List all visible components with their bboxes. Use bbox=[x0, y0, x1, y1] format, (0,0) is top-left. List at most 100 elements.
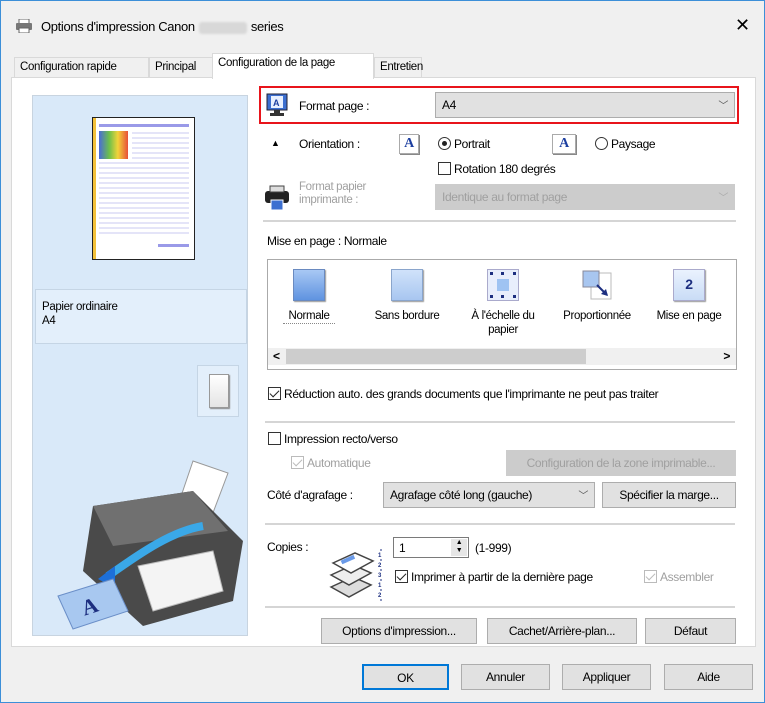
paysage-label: Paysage bbox=[611, 137, 656, 151]
format-papier-value: Identique au format page bbox=[442, 190, 568, 204]
automatique-label: Automatique bbox=[307, 456, 371, 470]
checkbox[interactable] bbox=[268, 432, 281, 445]
layout-proportionnee-icon[interactable] bbox=[581, 269, 613, 301]
layout-mise-en-page-label[interactable]: Mise en page bbox=[644, 309, 734, 323]
layout-echelle-label[interactable]: À l'échelle du papier bbox=[458, 309, 548, 337]
tab-principal[interactable]: Principal bbox=[149, 57, 213, 78]
reduction-checkbox[interactable]: Réduction auto. des grands documents que… bbox=[268, 387, 659, 401]
automatique-checkbox[interactable]: Automatique bbox=[291, 456, 371, 470]
preview-panel: Papier ordinaire A4 A bbox=[32, 95, 248, 636]
copies-spinner[interactable]: 1 ▲ ▼ bbox=[393, 537, 469, 558]
svg-text:2: 2 bbox=[378, 563, 382, 569]
specifier-marge-button[interactable]: Spécifier la marge... bbox=[602, 482, 736, 508]
spinner-arrows[interactable]: ▲ ▼ bbox=[451, 539, 467, 556]
chevron-down-icon: ﹀ bbox=[718, 101, 728, 112]
horizontal-scrollbar[interactable]: < > bbox=[268, 348, 736, 365]
copies-input[interactable]: 1 bbox=[399, 541, 406, 555]
mise-en-page-value: Normale bbox=[343, 234, 387, 248]
print-options-dialog: Options d'impression Canon series ✕ Confi… bbox=[0, 0, 765, 703]
layout-sans-bordure-icon[interactable] bbox=[391, 269, 423, 301]
svg-text:1: 1 bbox=[378, 583, 382, 589]
scroll-left-icon[interactable]: < bbox=[273, 349, 280, 363]
paysage-radio[interactable]: Paysage bbox=[595, 137, 656, 151]
checkbox[interactable] bbox=[438, 162, 451, 175]
format-papier-label-1: Format papier bbox=[299, 181, 367, 193]
ok-button[interactable]: OK bbox=[362, 664, 449, 690]
agrafage-value: Agrafage côté long (gauche) bbox=[390, 488, 532, 502]
page-preview bbox=[92, 117, 196, 261]
defaut-button[interactable]: Défaut bbox=[645, 618, 736, 644]
format-papier-select[interactable]: Identique au format page ﹀ bbox=[435, 184, 735, 210]
checkbox[interactable] bbox=[644, 570, 657, 583]
paper-source-icon bbox=[197, 365, 239, 417]
checkbox[interactable] bbox=[291, 456, 304, 469]
divider bbox=[263, 220, 736, 222]
printer-illustration: A bbox=[53, 451, 243, 631]
format-papier-label-2: imprimante : bbox=[299, 194, 359, 206]
checkbox[interactable] bbox=[268, 387, 281, 400]
scrollbar-thumb[interactable] bbox=[286, 349, 586, 364]
mise-en-page-label: Mise en page : bbox=[267, 234, 341, 248]
title-suffix: series bbox=[250, 19, 284, 34]
options-impression-button[interactable]: Options d'impression... bbox=[321, 618, 477, 644]
orientation-label: Orientation : bbox=[299, 137, 360, 151]
agrafage-label: Côté d'agrafage : bbox=[267, 488, 353, 502]
bullet-icon: ▲ bbox=[271, 138, 280, 148]
format-page-value: A4 bbox=[442, 98, 456, 112]
radio-off[interactable] bbox=[595, 137, 608, 150]
tab-configuration-page[interactable]: Configuration de la page bbox=[212, 53, 374, 79]
recto-verso-label: Impression recto/verso bbox=[284, 432, 398, 446]
aide-button[interactable]: Aide bbox=[664, 664, 753, 690]
mise-en-page-heading: Mise en page : Normale bbox=[267, 234, 387, 248]
layout-mise-en-page-icon[interactable]: 2 bbox=[673, 269, 705, 301]
redacted-model bbox=[198, 21, 247, 34]
assembler-label: Assembler bbox=[660, 570, 714, 584]
media-info-box: Papier ordinaire A4 bbox=[35, 289, 247, 344]
title-prefix: Options d'impression Canon bbox=[41, 19, 195, 34]
copies-range: (1-999) bbox=[475, 541, 512, 555]
radio-on[interactable] bbox=[438, 137, 451, 150]
chevron-down-icon: ﹀ bbox=[718, 193, 728, 204]
paysage-icon: A bbox=[552, 134, 576, 154]
tab-configuration-rapide[interactable]: Configuration rapide bbox=[14, 57, 149, 78]
layout-normale-icon[interactable] bbox=[293, 269, 325, 301]
spin-up-icon[interactable]: ▲ bbox=[451, 539, 467, 547]
media-size: A4 bbox=[42, 315, 56, 327]
rotation-label: Rotation 180 degrés bbox=[454, 162, 556, 176]
svg-text:1: 1 bbox=[378, 553, 382, 559]
svg-text:2: 2 bbox=[378, 593, 382, 599]
portrait-label: Portrait bbox=[454, 137, 490, 151]
cachet-arriere-plan-button[interactable]: Cachet/Arrière-plan... bbox=[487, 618, 637, 644]
divider bbox=[265, 421, 735, 423]
format-page-select[interactable]: A4 ﹀ bbox=[435, 92, 735, 118]
spin-down-icon[interactable]: ▼ bbox=[451, 547, 467, 555]
appliquer-button[interactable]: Appliquer bbox=[562, 664, 651, 690]
zone-imprimable-button[interactable]: Configuration de la zone imprimable... bbox=[506, 450, 736, 476]
chevron-down-icon: ﹀ bbox=[578, 491, 588, 502]
portrait-radio[interactable]: Portrait bbox=[438, 137, 490, 151]
window-title: Options d'impression Canon series bbox=[41, 19, 284, 34]
printer-icon bbox=[15, 18, 33, 34]
recto-verso-checkbox[interactable]: Impression recto/verso bbox=[268, 432, 398, 446]
svg-text:A: A bbox=[273, 98, 280, 108]
divider bbox=[265, 523, 735, 525]
checkbox[interactable] bbox=[395, 570, 408, 583]
layout-echelle-icon[interactable] bbox=[487, 269, 519, 301]
close-icon[interactable]: ✕ bbox=[735, 15, 750, 36]
copies-stack-icon: 1 2 3 1 2 bbox=[329, 549, 391, 601]
scroll-right-icon[interactable]: > bbox=[723, 349, 730, 363]
assembler-checkbox[interactable]: Assembler bbox=[644, 570, 714, 584]
layout-sans-bordure-label[interactable]: Sans bordure bbox=[362, 309, 452, 323]
agrafage-select[interactable]: Agrafage côté long (gauche) ﹀ bbox=[383, 482, 595, 508]
derniere-page-checkbox[interactable]: Imprimer à partir de la dernière page bbox=[395, 570, 593, 584]
rotation-checkbox[interactable]: Rotation 180 degrés bbox=[438, 162, 556, 176]
layout-normale-label[interactable]: Normale bbox=[283, 309, 335, 324]
portrait-icon: A bbox=[399, 134, 419, 154]
annuler-button[interactable]: Annuler bbox=[461, 664, 550, 690]
derniere-page-label: Imprimer à partir de la dernière page bbox=[411, 570, 593, 584]
format-page-icon: A bbox=[265, 93, 289, 117]
layout-proportionnee-label[interactable]: Proportionnée bbox=[549, 309, 645, 323]
format-papier-label: Format papier imprimante : bbox=[299, 181, 366, 207]
tab-entretien[interactable]: Entretien bbox=[374, 57, 423, 78]
format-page-label: Format page : bbox=[299, 99, 370, 113]
